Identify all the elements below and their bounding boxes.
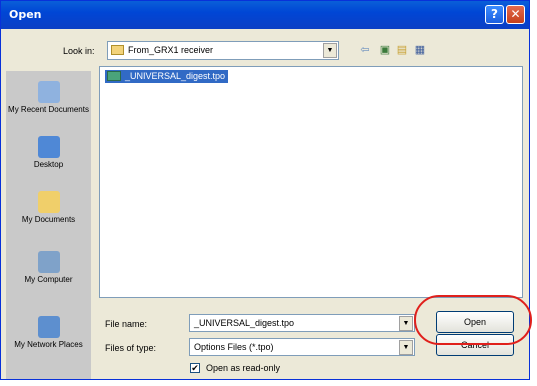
network-places-icon <box>37 316 60 338</box>
file-name-label: File name: <box>105 319 148 329</box>
file-name: _UNIVERSAL_digest.tpo <box>125 71 226 81</box>
chevron-down-icon[interactable]: ▼ <box>399 340 413 355</box>
annotation-circle <box>414 295 532 345</box>
help-button[interactable]: ? <box>485 5 504 24</box>
views-menu-icon[interactable]: ▦ <box>413 43 427 57</box>
my-documents-icon <box>37 191 60 213</box>
file-type-label: Files of type: <box>105 343 157 353</box>
place-label: My Recent Documents <box>8 105 89 114</box>
look-in-value: From_GRX1 receiver <box>128 45 214 55</box>
my-computer-icon <box>37 251 60 273</box>
desktop-icon <box>37 136 60 158</box>
title-bar: Open ? ✕ <box>1 1 529 29</box>
place-label: My Computer <box>24 275 73 284</box>
places-bar: My Recent Documents Desktop My Documents… <box>6 71 91 379</box>
list-item[interactable]: _UNIVERSAL_digest.tpo <box>105 70 229 83</box>
chevron-down-icon[interactable]: ▼ <box>399 316 413 331</box>
folder-icon <box>111 45 124 55</box>
new-folder-icon[interactable]: ▤ <box>395 43 409 57</box>
up-folder-icon[interactable]: ▣ <box>378 43 392 57</box>
read-only-label: Open as read-only <box>206 363 281 373</box>
chevron-down-icon[interactable]: ▼ <box>323 43 337 58</box>
place-network[interactable]: My Network Places <box>6 316 91 350</box>
place-my-documents[interactable]: My Documents <box>6 191 91 225</box>
close-button[interactable]: ✕ <box>506 5 525 24</box>
place-label: My Documents <box>21 215 76 224</box>
file-name-field[interactable]: _UNIVERSAL_digest.tpo ▼ <box>189 314 415 332</box>
tpo-file-icon <box>107 71 121 81</box>
place-desktop[interactable]: Desktop <box>6 136 91 170</box>
dialog-title: Open <box>9 8 42 21</box>
place-recent-documents[interactable]: My Recent Documents <box>6 81 91 115</box>
place-label: My Network Places <box>14 340 83 349</box>
look-in-combo[interactable]: From_GRX1 receiver ▼ <box>107 41 339 60</box>
checkmark-icon: ✔ <box>190 363 200 373</box>
look-in-label: Look in: <box>63 46 95 56</box>
file-type-select[interactable]: Options Files (*.tpo) ▼ <box>189 338 415 356</box>
file-type-value: Options Files (*.tpo) <box>194 342 274 352</box>
back-arrow-icon[interactable]: ⇦ <box>358 43 372 57</box>
file-name-value: _UNIVERSAL_digest.tpo <box>194 318 295 328</box>
place-my-computer[interactable]: My Computer <box>6 251 91 285</box>
recent-documents-icon <box>37 81 60 103</box>
place-label: Desktop <box>33 160 64 169</box>
file-list[interactable]: _UNIVERSAL_digest.tpo <box>99 66 523 298</box>
